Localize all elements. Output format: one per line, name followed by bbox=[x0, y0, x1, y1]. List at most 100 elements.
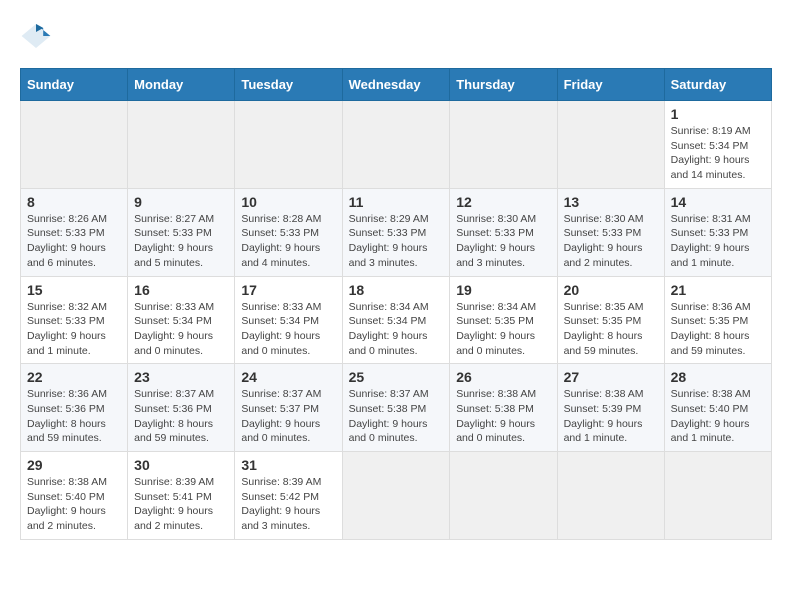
calendar-day-header: Saturday bbox=[664, 69, 771, 101]
calendar-day-cell: 29 Sunrise: 8:38 AMSunset: 5:40 PMDaylig… bbox=[21, 452, 128, 540]
day-number: 19 bbox=[456, 282, 550, 298]
day-info: Sunrise: 8:27 AMSunset: 5:33 PMDaylight:… bbox=[134, 212, 228, 271]
day-info: Sunrise: 8:31 AMSunset: 5:33 PMDaylight:… bbox=[671, 212, 765, 271]
day-number: 15 bbox=[27, 282, 121, 298]
day-number: 25 bbox=[349, 369, 444, 385]
day-info: Sunrise: 8:38 AMSunset: 5:40 PMDaylight:… bbox=[27, 475, 121, 534]
calendar-day-cell: 10 Sunrise: 8:28 AMSunset: 5:33 PMDaylig… bbox=[235, 188, 342, 276]
day-number: 11 bbox=[349, 194, 444, 210]
calendar-header-row: SundayMondayTuesdayWednesdayThursdayFrid… bbox=[21, 69, 772, 101]
day-info: Sunrise: 8:37 AMSunset: 5:37 PMDaylight:… bbox=[241, 387, 335, 446]
calendar-day-cell bbox=[21, 101, 128, 189]
day-number: 10 bbox=[241, 194, 335, 210]
calendar-day-cell: 28 Sunrise: 8:38 AMSunset: 5:40 PMDaylig… bbox=[664, 364, 771, 452]
day-info: Sunrise: 8:34 AMSunset: 5:35 PMDaylight:… bbox=[456, 300, 550, 359]
calendar-table: SundayMondayTuesdayWednesdayThursdayFrid… bbox=[20, 68, 772, 540]
calendar-day-cell: 21 Sunrise: 8:36 AMSunset: 5:35 PMDaylig… bbox=[664, 276, 771, 364]
calendar-day-cell bbox=[342, 452, 450, 540]
calendar-day-cell: 17 Sunrise: 8:33 AMSunset: 5:34 PMDaylig… bbox=[235, 276, 342, 364]
calendar-day-header: Tuesday bbox=[235, 69, 342, 101]
calendar-day-cell bbox=[664, 452, 771, 540]
day-info: Sunrise: 8:37 AMSunset: 5:38 PMDaylight:… bbox=[349, 387, 444, 446]
day-number: 17 bbox=[241, 282, 335, 298]
calendar-day-cell: 24 Sunrise: 8:37 AMSunset: 5:37 PMDaylig… bbox=[235, 364, 342, 452]
calendar-day-header: Sunday bbox=[21, 69, 128, 101]
calendar-day-cell: 14 Sunrise: 8:31 AMSunset: 5:33 PMDaylig… bbox=[664, 188, 771, 276]
day-number: 18 bbox=[349, 282, 444, 298]
calendar-day-cell bbox=[128, 101, 235, 189]
day-number: 22 bbox=[27, 369, 121, 385]
day-number: 14 bbox=[671, 194, 765, 210]
day-number: 12 bbox=[456, 194, 550, 210]
calendar-day-cell: 13 Sunrise: 8:30 AMSunset: 5:33 PMDaylig… bbox=[557, 188, 664, 276]
day-number: 28 bbox=[671, 369, 765, 385]
day-info: Sunrise: 8:34 AMSunset: 5:34 PMDaylight:… bbox=[349, 300, 444, 359]
calendar-day-cell: 30 Sunrise: 8:39 AMSunset: 5:41 PMDaylig… bbox=[128, 452, 235, 540]
day-number: 30 bbox=[134, 457, 228, 473]
day-info: Sunrise: 8:28 AMSunset: 5:33 PMDaylight:… bbox=[241, 212, 335, 271]
day-number: 21 bbox=[671, 282, 765, 298]
day-number: 29 bbox=[27, 457, 121, 473]
calendar-day-cell: 18 Sunrise: 8:34 AMSunset: 5:34 PMDaylig… bbox=[342, 276, 450, 364]
day-info: Sunrise: 8:30 AMSunset: 5:33 PMDaylight:… bbox=[456, 212, 550, 271]
day-info: Sunrise: 8:39 AMSunset: 5:42 PMDaylight:… bbox=[241, 475, 335, 534]
calendar-day-header: Monday bbox=[128, 69, 235, 101]
calendar-week-row: 8 Sunrise: 8:26 AMSunset: 5:33 PMDayligh… bbox=[21, 188, 772, 276]
day-info: Sunrise: 8:33 AMSunset: 5:34 PMDaylight:… bbox=[241, 300, 335, 359]
day-number: 23 bbox=[134, 369, 228, 385]
calendar-day-cell: 23 Sunrise: 8:37 AMSunset: 5:36 PMDaylig… bbox=[128, 364, 235, 452]
calendar-day-cell bbox=[342, 101, 450, 189]
day-info: Sunrise: 8:38 AMSunset: 5:39 PMDaylight:… bbox=[564, 387, 658, 446]
day-info: Sunrise: 8:39 AMSunset: 5:41 PMDaylight:… bbox=[134, 475, 228, 534]
calendar-day-header: Friday bbox=[557, 69, 664, 101]
calendar-day-cell: 22 Sunrise: 8:36 AMSunset: 5:36 PMDaylig… bbox=[21, 364, 128, 452]
calendar-week-row: 29 Sunrise: 8:38 AMSunset: 5:40 PMDaylig… bbox=[21, 452, 772, 540]
day-number: 26 bbox=[456, 369, 550, 385]
day-number: 9 bbox=[134, 194, 228, 210]
calendar-day-cell: 11 Sunrise: 8:29 AMSunset: 5:33 PMDaylig… bbox=[342, 188, 450, 276]
calendar-day-header: Thursday bbox=[450, 69, 557, 101]
day-number: 27 bbox=[564, 369, 658, 385]
calendar-day-cell: 12 Sunrise: 8:30 AMSunset: 5:33 PMDaylig… bbox=[450, 188, 557, 276]
day-info: Sunrise: 8:38 AMSunset: 5:38 PMDaylight:… bbox=[456, 387, 550, 446]
logo bbox=[20, 20, 56, 52]
calendar-day-cell: 15 Sunrise: 8:32 AMSunset: 5:33 PMDaylig… bbox=[21, 276, 128, 364]
calendar-week-row: 15 Sunrise: 8:32 AMSunset: 5:33 PMDaylig… bbox=[21, 276, 772, 364]
calendar-day-cell: 31 Sunrise: 8:39 AMSunset: 5:42 PMDaylig… bbox=[235, 452, 342, 540]
calendar-day-cell: 1 Sunrise: 8:19 AMSunset: 5:34 PMDayligh… bbox=[664, 101, 771, 189]
calendar-day-cell: 26 Sunrise: 8:38 AMSunset: 5:38 PMDaylig… bbox=[450, 364, 557, 452]
day-number: 13 bbox=[564, 194, 658, 210]
day-number: 1 bbox=[671, 106, 765, 122]
day-info: Sunrise: 8:29 AMSunset: 5:33 PMDaylight:… bbox=[349, 212, 444, 271]
calendar-day-cell: 19 Sunrise: 8:34 AMSunset: 5:35 PMDaylig… bbox=[450, 276, 557, 364]
day-number: 20 bbox=[564, 282, 658, 298]
calendar-day-cell: 20 Sunrise: 8:35 AMSunset: 5:35 PMDaylig… bbox=[557, 276, 664, 364]
logo-icon bbox=[20, 20, 52, 52]
calendar-day-cell: 9 Sunrise: 8:27 AMSunset: 5:33 PMDayligh… bbox=[128, 188, 235, 276]
day-info: Sunrise: 8:38 AMSunset: 5:40 PMDaylight:… bbox=[671, 387, 765, 446]
calendar-day-cell: 25 Sunrise: 8:37 AMSunset: 5:38 PMDaylig… bbox=[342, 364, 450, 452]
day-info: Sunrise: 8:36 AMSunset: 5:35 PMDaylight:… bbox=[671, 300, 765, 359]
day-info: Sunrise: 8:37 AMSunset: 5:36 PMDaylight:… bbox=[134, 387, 228, 446]
calendar-day-cell: 27 Sunrise: 8:38 AMSunset: 5:39 PMDaylig… bbox=[557, 364, 664, 452]
day-info: Sunrise: 8:36 AMSunset: 5:36 PMDaylight:… bbox=[27, 387, 121, 446]
calendar-day-cell bbox=[450, 452, 557, 540]
page-header bbox=[20, 20, 772, 52]
calendar-day-cell: 8 Sunrise: 8:26 AMSunset: 5:33 PMDayligh… bbox=[21, 188, 128, 276]
day-number: 31 bbox=[241, 457, 335, 473]
calendar-week-row: 1 Sunrise: 8:19 AMSunset: 5:34 PMDayligh… bbox=[21, 101, 772, 189]
day-info: Sunrise: 8:32 AMSunset: 5:33 PMDaylight:… bbox=[27, 300, 121, 359]
calendar-day-cell bbox=[235, 101, 342, 189]
calendar-week-row: 22 Sunrise: 8:36 AMSunset: 5:36 PMDaylig… bbox=[21, 364, 772, 452]
day-info: Sunrise: 8:26 AMSunset: 5:33 PMDaylight:… bbox=[27, 212, 121, 271]
calendar-day-cell bbox=[557, 452, 664, 540]
day-number: 16 bbox=[134, 282, 228, 298]
calendar-day-cell bbox=[450, 101, 557, 189]
day-info: Sunrise: 8:33 AMSunset: 5:34 PMDaylight:… bbox=[134, 300, 228, 359]
day-info: Sunrise: 8:19 AMSunset: 5:34 PMDaylight:… bbox=[671, 124, 765, 183]
day-number: 24 bbox=[241, 369, 335, 385]
calendar-day-cell bbox=[557, 101, 664, 189]
day-number: 8 bbox=[27, 194, 121, 210]
calendar-day-header: Wednesday bbox=[342, 69, 450, 101]
day-info: Sunrise: 8:30 AMSunset: 5:33 PMDaylight:… bbox=[564, 212, 658, 271]
